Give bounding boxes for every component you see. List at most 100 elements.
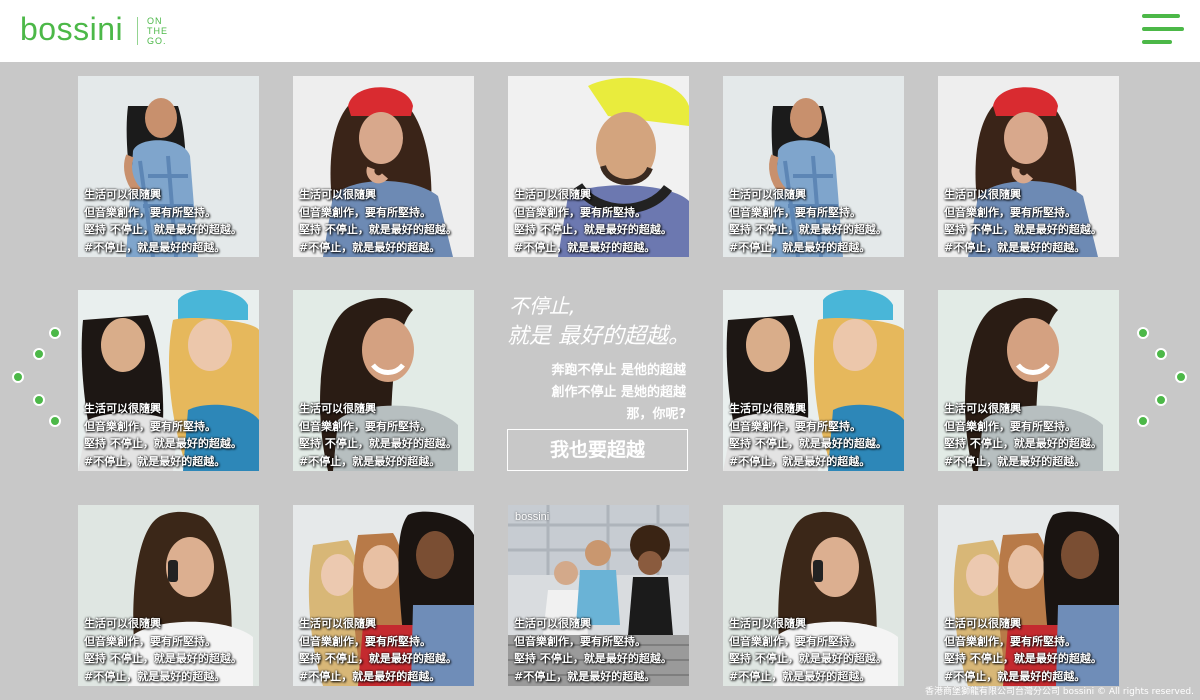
caption-line: 但音樂創作，要有所堅持。 [299, 205, 431, 219]
caption-line: 但音樂創作，要有所堅持。 [514, 634, 646, 648]
caption-line: 堅持 不停止，就是最好的超越。 [299, 437, 457, 450]
hamburger-menu-icon[interactable] [1140, 14, 1184, 46]
tile-caption: 生活可以很隨興 但音樂創作，要有所堅持。 堅持 不停止，就是最好的超越。 #不停… [944, 615, 1102, 685]
tile-caption: 生活可以很隨興 但音樂創作，要有所堅持。 堅持 不停止，就是最好的超越。 #不停… [729, 615, 887, 685]
logo-tagline: ON THE GO. [147, 16, 175, 46]
arrow-dot [1137, 415, 1149, 427]
promo-headline-line2: 就是 最好的超越。 [507, 324, 690, 349]
photo-tile[interactable]: 生活可以很隨興 但音樂創作，要有所堅持。 堅持 不停止，就是最好的超越。 #不停… [78, 505, 259, 686]
caption-line: 生活可以很隨興 [299, 402, 376, 415]
caption-line: 生活可以很隨興 [514, 617, 591, 630]
menu-bar [1142, 27, 1184, 31]
caption-line: 生活可以很隨興 [944, 188, 1021, 201]
caption-line: 但音樂創作，要有所堅持。 [84, 419, 216, 433]
caption-line: 堅持 不停止，就是最好的超越。 [514, 652, 672, 665]
caption-line: 生活可以很隨興 [944, 402, 1021, 415]
caption-line: #不停止，就是最好的超越。 [299, 454, 441, 468]
caption-line: 但音樂創作，要有所堅持。 [299, 419, 431, 433]
photo-tile[interactable]: 生活可以很隨興 但音樂創作，要有所堅持。 堅持 不停止，就是最好的超越。 #不停… [293, 290, 474, 471]
caption-line: 堅持 不停止，就是最好的超越。 [944, 223, 1102, 236]
tile-caption: 生活可以很隨興 但音樂創作，要有所堅持。 堅持 不停止，就是最好的超越。 #不停… [944, 400, 1102, 470]
arrow-dot [1137, 327, 1149, 339]
caption-line: 堅持 不停止，就是最好的超越。 [84, 223, 242, 236]
photo-tile[interactable]: 生活可以很隨興 但音樂創作，要有所堅持。 堅持 不停止，就是最好的超越。 #不停… [508, 76, 689, 257]
arrow-dot [1155, 348, 1167, 360]
photo-tile[interactable]: 生活可以很隨興 但音樂創作，要有所堅持。 堅持 不停止，就是最好的超越。 #不停… [938, 76, 1119, 257]
photo-tile[interactable]: 生活可以很隨興 但音樂創作，要有所堅持。 堅持 不停止，就是最好的超越。 #不停… [293, 505, 474, 686]
photo-tile[interactable]: 生活可以很隨興 但音樂創作，要有所堅持。 堅持 不停止，就是最好的超越。 #不停… [78, 76, 259, 257]
arrow-dot [33, 394, 45, 406]
next-arrow-icon[interactable] [1130, 325, 1190, 435]
tile-caption: 生活可以很隨興 但音樂創作，要有所堅持。 堅持 不停止，就是最好的超越。 #不停… [729, 400, 887, 470]
photo-tile[interactable]: 生活可以很隨興 但音樂創作，要有所堅持。 堅持 不停止，就是最好的超越。 #不停… [938, 290, 1119, 471]
previous-arrow-icon[interactable] [10, 325, 70, 435]
tile-caption: 生活可以很隨興 但音樂創作，要有所堅持。 堅持 不停止，就是最好的超越。 #不停… [729, 186, 887, 256]
join-cta-button[interactable]: 我也要超越 [507, 429, 688, 471]
caption-line: #不停止，就是最好的超越。 [514, 669, 656, 683]
caption-line: 堅持 不停止，就是最好的超越。 [729, 652, 887, 665]
photo-tile[interactable]: bossini 生活可以很隨興 但音樂創作，要有所堅持。 堅持 不停止，就是最好… [508, 505, 689, 686]
tile-caption: 生活可以很隨興 但音樂創作，要有所堅持。 堅持 不停止，就是最好的超越。 #不停… [84, 615, 242, 685]
caption-line: #不停止，就是最好的超越。 [84, 669, 226, 683]
logo-divider [137, 17, 138, 45]
promo-body: 奔跑不停止 是他的超越 創作不停止 是她的超越 那，你呢? [551, 360, 686, 426]
tile-caption: 生活可以很隨興 但音樂創作，要有所堅持。 堅持 不停止，就是最好的超越。 #不停… [84, 186, 242, 256]
arrow-dot [49, 415, 61, 427]
promo-body-line: 那，你呢? [626, 407, 686, 422]
caption-line: 但音樂創作，要有所堅持。 [84, 205, 216, 219]
header: bossini ON THE GO. [0, 0, 1200, 62]
caption-line: 生活可以很隨興 [84, 402, 161, 415]
caption-line: 生活可以很隨興 [514, 188, 591, 201]
caption-line: 生活可以很隨興 [729, 402, 806, 415]
photo-tile[interactable]: 生活可以很隨興 但音樂創作，要有所堅持。 堅持 不停止，就是最好的超越。 #不停… [723, 505, 904, 686]
photo-tile[interactable]: 生活可以很隨興 但音樂創作，要有所堅持。 堅持 不停止，就是最好的超越。 #不停… [723, 290, 904, 471]
caption-line: 生活可以很隨興 [84, 617, 161, 630]
caption-line: 堅持 不停止，就是最好的超越。 [299, 223, 457, 236]
arrow-dot [12, 371, 24, 383]
logo-wordmark: bossini [20, 11, 124, 47]
photo-tile[interactable]: 生活可以很隨興 但音樂創作，要有所堅持。 堅持 不停止，就是最好的超越。 #不停… [938, 505, 1119, 686]
arrow-dot [1155, 394, 1167, 406]
caption-line: #不停止，就是最好的超越。 [514, 240, 656, 254]
tile-caption: 生活可以很隨興 但音樂創作，要有所堅持。 堅持 不停止，就是最好的超越。 #不停… [514, 186, 672, 256]
caption-line: 但音樂創作，要有所堅持。 [84, 634, 216, 648]
caption-line: 堅持 不停止，就是最好的超越。 [514, 223, 672, 236]
caption-line: 但音樂創作，要有所堅持。 [944, 634, 1076, 648]
caption-line: 堅持 不停止，就是最好的超越。 [84, 652, 242, 665]
tile-caption: 生活可以很隨興 但音樂創作，要有所堅持。 堅持 不停止，就是最好的超越。 #不停… [299, 186, 457, 256]
caption-line: 堅持 不停止，就是最好的超越。 [84, 437, 242, 450]
caption-line: #不停止，就是最好的超越。 [944, 669, 1086, 683]
tile-caption: 生活可以很隨興 但音樂創作，要有所堅持。 堅持 不停止，就是最好的超越。 #不停… [944, 186, 1102, 256]
caption-line: 堅持 不停止，就是最好的超越。 [944, 437, 1102, 450]
caption-line: #不停止，就是最好的超越。 [729, 669, 871, 683]
caption-line: 堅持 不停止，就是最好的超越。 [729, 437, 887, 450]
tagline-line: GO. [147, 36, 167, 46]
caption-line: 但音樂創作，要有所堅持。 [944, 205, 1076, 219]
caption-line: #不停止，就是最好的超越。 [84, 240, 226, 254]
photo-tile[interactable]: 生活可以很隨興 但音樂創作，要有所堅持。 堅持 不停止，就是最好的超越。 #不停… [78, 290, 259, 471]
caption-line: #不停止，就是最好的超越。 [944, 240, 1086, 254]
caption-line: 但音樂創作，要有所堅持。 [944, 419, 1076, 433]
caption-line: 堅持 不停止，就是最好的超越。 [944, 652, 1102, 665]
menu-bar [1142, 40, 1172, 44]
mini-bossini-logo: bossini [515, 511, 550, 523]
photo-tile[interactable]: 生活可以很隨興 但音樂創作，要有所堅持。 堅持 不停止，就是最好的超越。 #不停… [723, 76, 904, 257]
caption-line: 但音樂創作，要有所堅持。 [514, 205, 646, 219]
caption-line: #不停止，就是最好的超越。 [299, 669, 441, 683]
promo-body-line: 創作不停止 是她的超越 [551, 385, 686, 400]
caption-line: 生活可以很隨興 [299, 188, 376, 201]
tagline-line: THE [147, 26, 168, 36]
tile-caption: 生活可以很隨興 但音樂創作，要有所堅持。 堅持 不停止，就是最好的超越。 #不停… [514, 615, 672, 685]
center-promo: 不停止, 就是 最好的超越。 奔跑不停止 是他的超越 創作不停止 是她的超越 那… [507, 290, 690, 471]
arrow-dot [33, 348, 45, 360]
caption-line: 但音樂創作，要有所堅持。 [729, 634, 861, 648]
promo-headline-line1: 不停止, [509, 294, 576, 318]
photo-tile[interactable]: 生活可以很隨興 但音樂創作，要有所堅持。 堅持 不停止，就是最好的超越。 #不停… [293, 76, 474, 257]
copyright-footer: 香港商堡獅龍有限公司台灣分公司 bossini © All rights res… [924, 687, 1194, 697]
caption-line: 堅持 不停止，就是最好的超越。 [299, 652, 457, 665]
tagline-line: ON [147, 16, 163, 26]
caption-line: #不停止，就是最好的超越。 [729, 240, 871, 254]
arrow-dot [1175, 371, 1187, 383]
caption-line: 生活可以很隨興 [84, 188, 161, 201]
caption-line: 生活可以很隨興 [729, 188, 806, 201]
